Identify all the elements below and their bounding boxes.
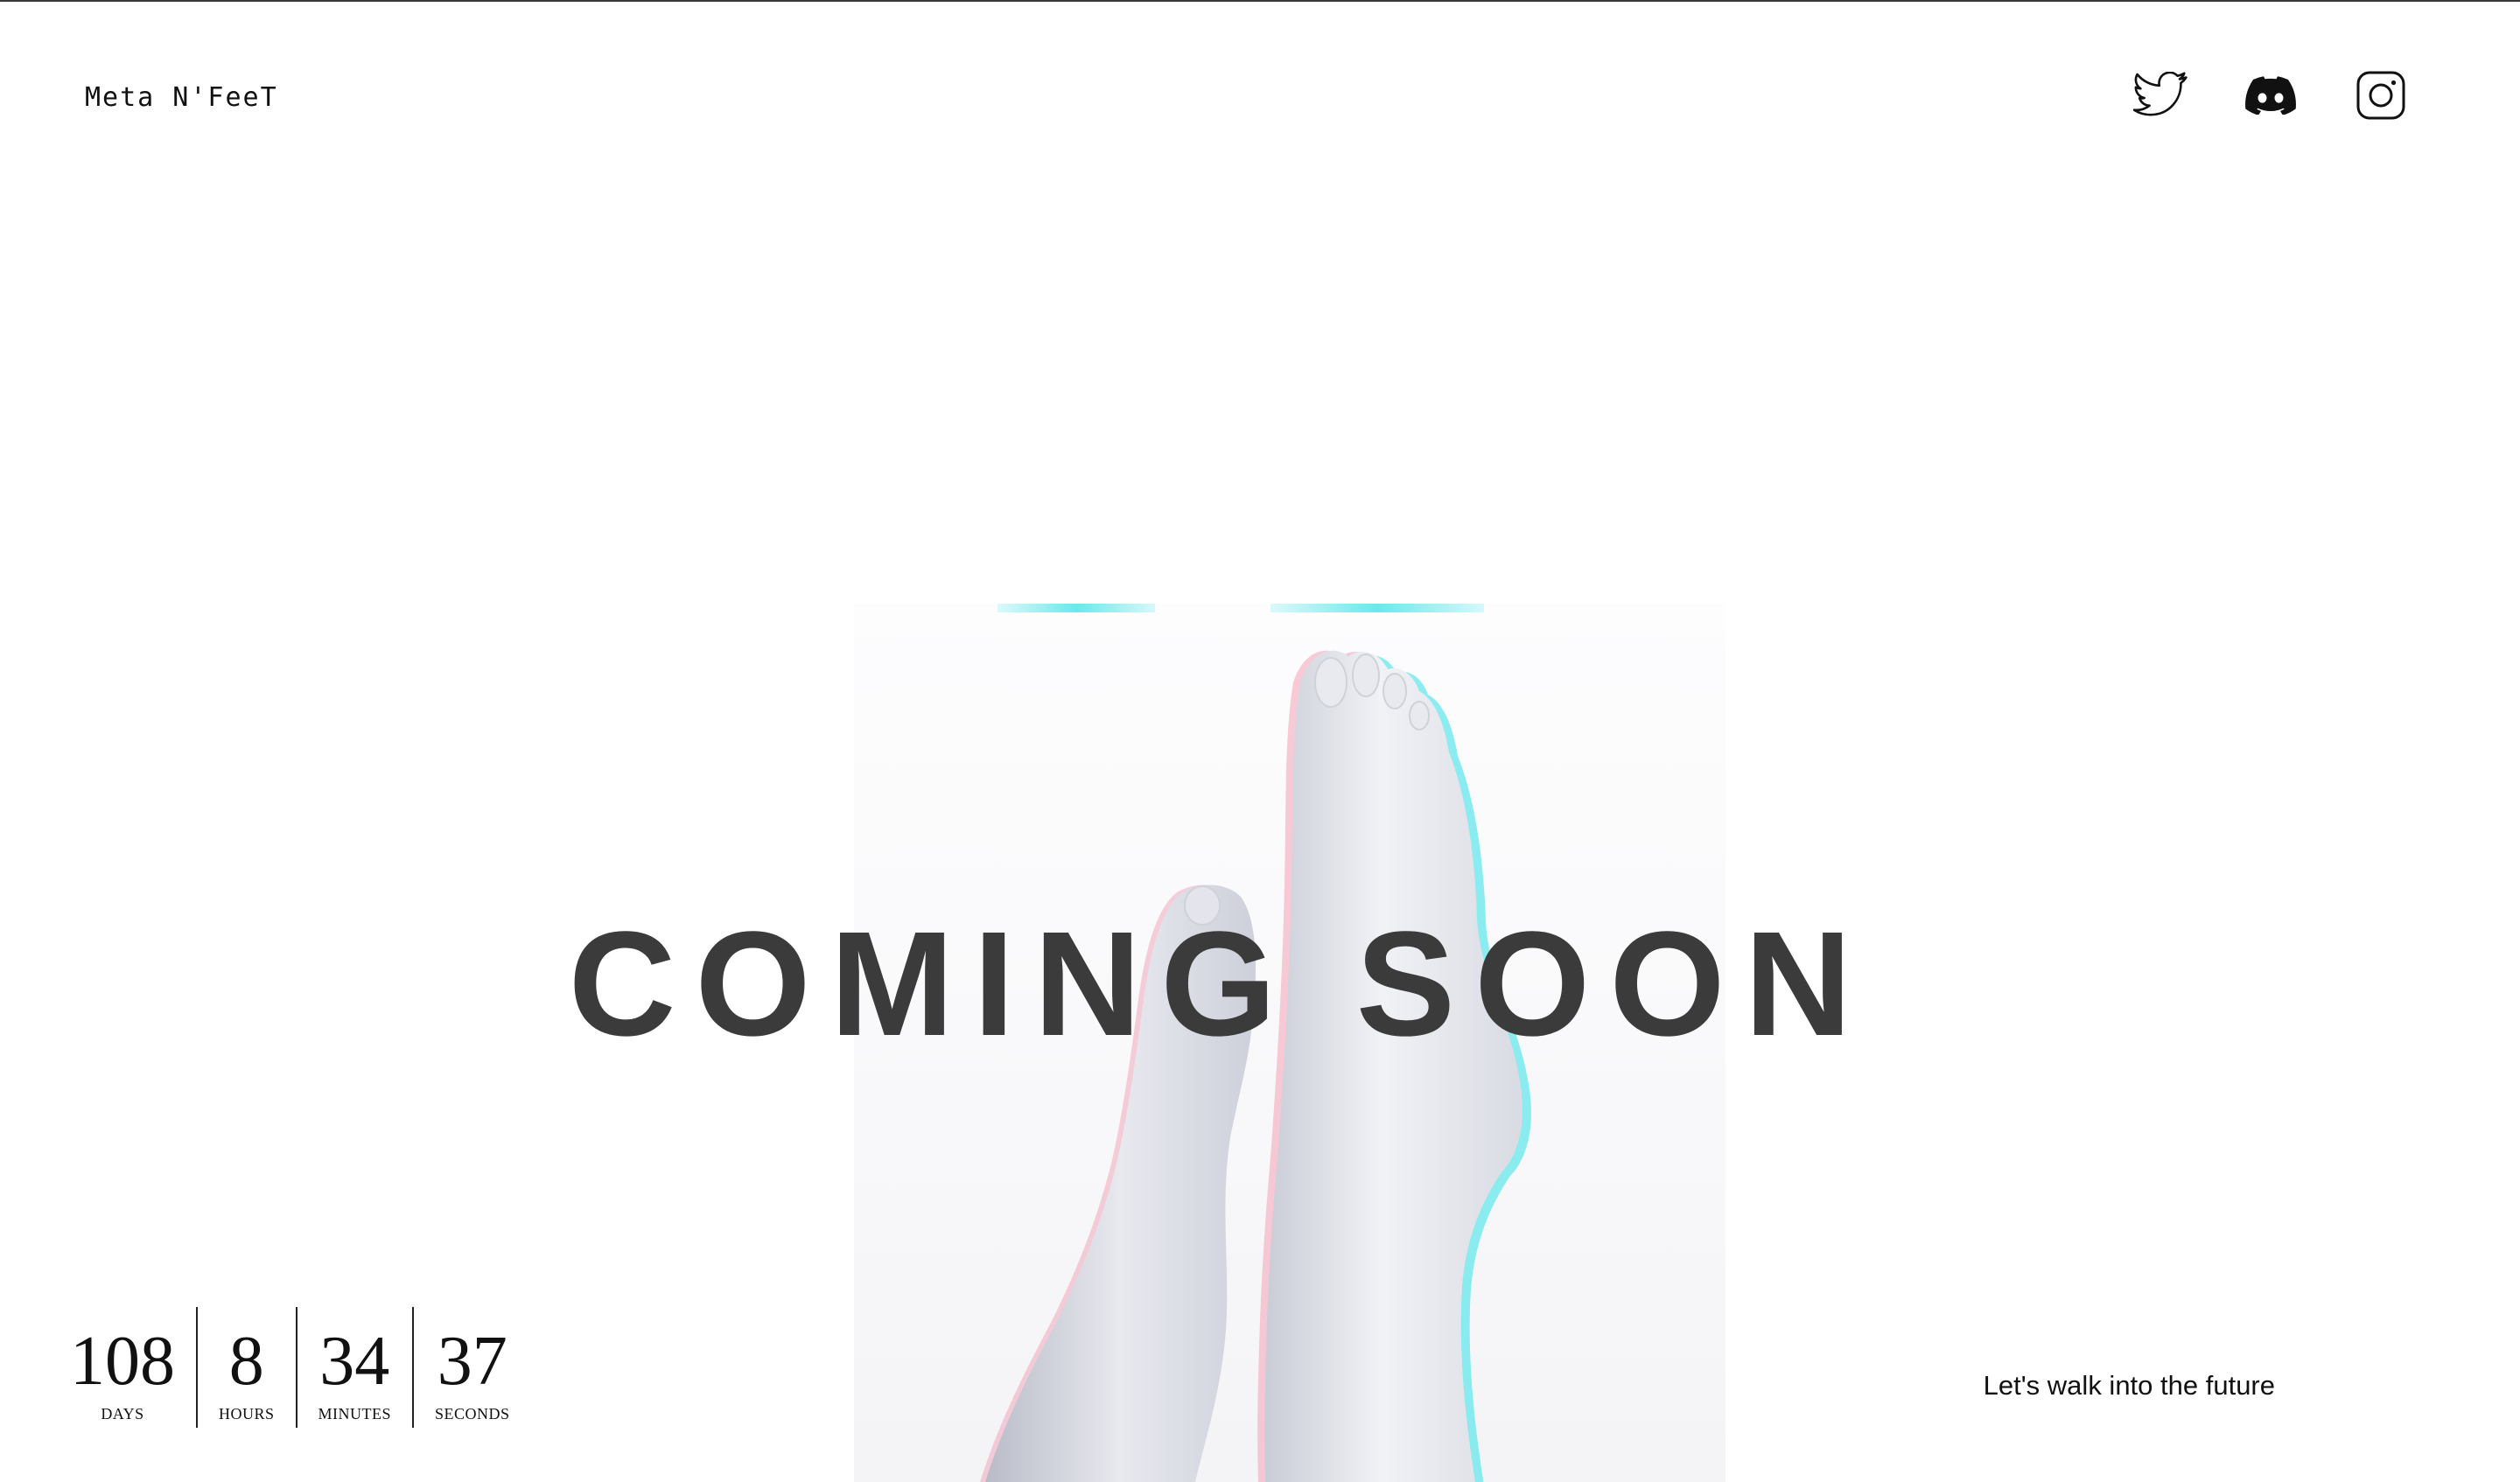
- countdown-value: 108: [70, 1323, 175, 1400]
- countdown-hours: 8 HOURS: [198, 1307, 296, 1428]
- discord-icon: [2245, 76, 2296, 115]
- countdown-value: 8: [228, 1323, 264, 1400]
- countdown-value: 37: [437, 1323, 508, 1400]
- countdown-value: 34: [319, 1323, 390, 1400]
- instagram-link[interactable]: [2354, 68, 2408, 122]
- countdown-label: HOURS: [219, 1405, 275, 1423]
- coming-soon-title: COMING SOON: [568, 901, 1872, 1067]
- social-links: [2133, 68, 2408, 122]
- countdown-label: MINUTES: [318, 1405, 392, 1423]
- twitter-icon: [2133, 72, 2188, 119]
- countdown-seconds: 37 SECONDS: [414, 1307, 531, 1428]
- top-border: [0, 0, 2520, 2]
- instagram-icon: [2356, 71, 2405, 120]
- twitter-link[interactable]: [2133, 68, 2188, 122]
- countdown-label: SECONDS: [435, 1405, 510, 1423]
- countdown-minutes: 34 MINUTES: [298, 1307, 413, 1428]
- brand-logo[interactable]: Meta N'FeeT: [85, 82, 278, 113]
- countdown-label: DAYS: [101, 1405, 144, 1423]
- tagline: Let's walk into the future: [1983, 1370, 2275, 1401]
- countdown-days: 108 DAYS: [70, 1307, 196, 1428]
- discord-link[interactable]: [2244, 68, 2298, 122]
- countdown-timer: 108 DAYS 8 HOURS 34 MINUTES 37 SECONDS: [70, 1307, 531, 1428]
